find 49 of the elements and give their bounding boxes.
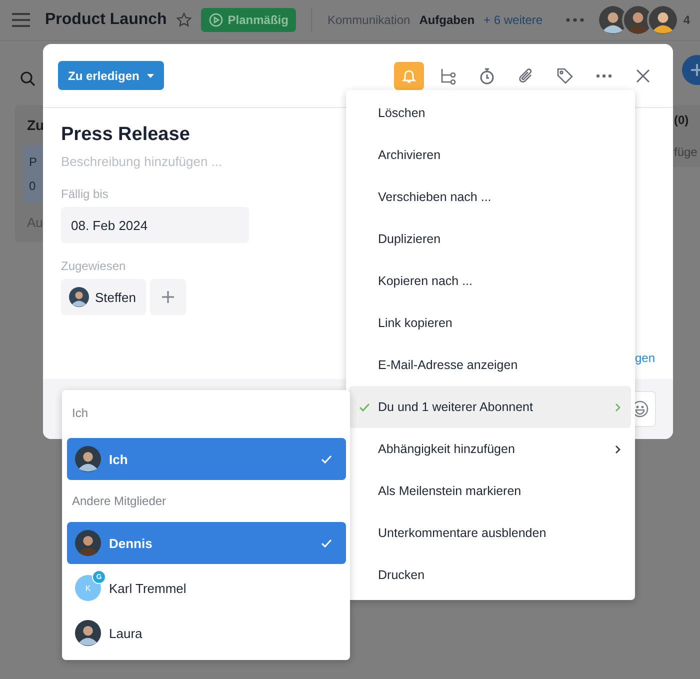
link[interactable]: gen [634, 351, 655, 365]
check-icon [321, 538, 332, 548]
menu-item[interactable]: Duplizieren [349, 218, 631, 260]
chevron-icon [615, 402, 621, 412]
check-icon [359, 402, 370, 412]
status-dropdown[interactable]: Zu erledigen [58, 61, 164, 90]
member-avatar [75, 620, 101, 646]
menu-item[interactable]: Löschen [349, 92, 631, 134]
menu-item[interactable]: Drucken [349, 554, 631, 596]
search-icon[interactable] [20, 71, 36, 87]
menu-item[interactable]: Archivieren [349, 134, 631, 176]
menu-item[interactable]: Unterkommentare ausblenden [349, 512, 631, 554]
menu-item[interactable]: Als Meilenstein markieren [349, 470, 631, 512]
assignee-chip[interactable]: Steffen [61, 279, 146, 315]
member-count: 4 [683, 13, 690, 27]
project-title: Product Launch [45, 11, 167, 29]
section-label: Andere Mitglieder [71, 493, 168, 510]
check-icon [321, 454, 332, 464]
due-date-field[interactable]: 08. Feb 2024 [61, 207, 249, 243]
member-avatar [75, 446, 101, 472]
member-option[interactable]: Laura [67, 612, 346, 654]
plus-icon [690, 63, 700, 77]
column-title: Zu [26, 116, 46, 135]
more-icon[interactable] [566, 18, 584, 22]
menu-item[interactable]: Abhängigkeit hinzufügen [349, 428, 631, 470]
section-label: Ich [71, 404, 90, 422]
assigned-label: Zugewiesen [61, 259, 126, 273]
task-title[interactable]: Press Release [61, 124, 190, 146]
menu-item[interactable]: E-Mail-Adresse anzeigen [349, 344, 631, 386]
plus-icon [162, 291, 174, 303]
member-avatar[interactable] [647, 4, 680, 36]
card-title: P [29, 155, 38, 169]
member-option[interactable]: Ich [67, 438, 346, 480]
member-option[interactable]: Dennis [67, 522, 346, 564]
chevron-icon [615, 444, 621, 454]
column-count: (0) [674, 113, 689, 127]
menu-icon [12, 13, 30, 27]
due-label: Fällig bis [61, 187, 108, 201]
caret-icon [147, 74, 154, 78]
menu-item[interactable]: Verschieben nach ... [349, 176, 631, 218]
member-avatar [75, 530, 101, 556]
menu-item[interactable]: Kopieren nach ... [349, 260, 631, 302]
star-icon[interactable] [176, 12, 192, 28]
menu-item[interactable]: Du und 1 weiterer Abonnent [349, 386, 631, 428]
card-date: 0 [29, 179, 36, 193]
bell-icon [401, 68, 417, 84]
avatar [69, 287, 89, 307]
nav-tab[interactable]: Aufgaben [419, 13, 475, 27]
menu-item[interactable]: Link kopieren [349, 302, 631, 344]
